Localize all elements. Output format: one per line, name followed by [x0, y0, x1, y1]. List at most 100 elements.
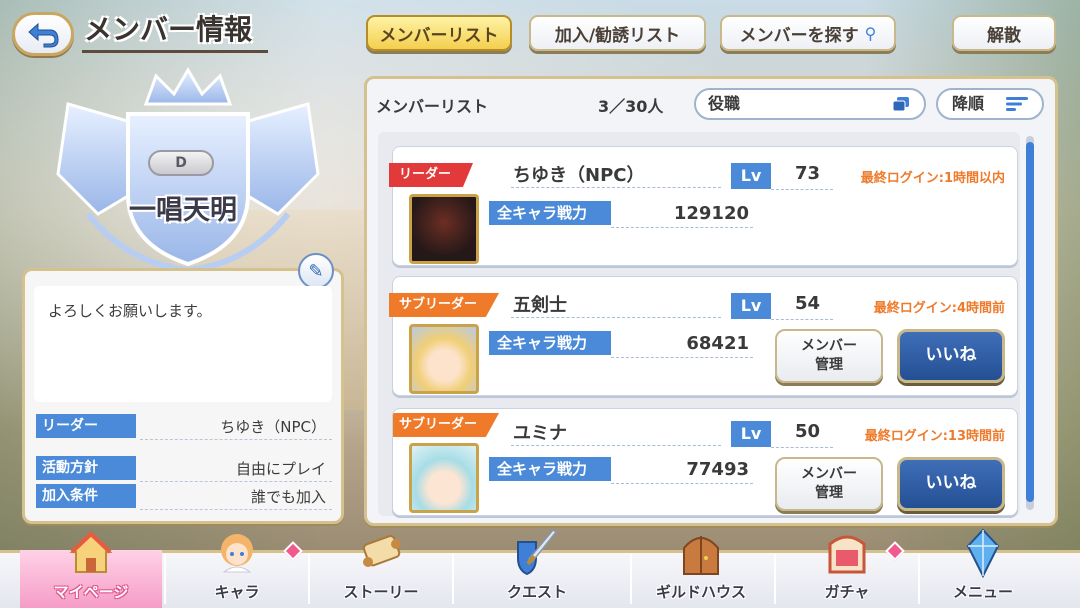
back-arrow-icon [28, 22, 59, 48]
find-member-button[interactable]: メンバーを探す ⚲ [720, 15, 896, 51]
power-tag: 全キャラ戦力 [489, 457, 611, 481]
guild-info-policy-row: 活動方針 自由にプレイ [36, 456, 332, 482]
member-level: 73 [795, 163, 821, 184]
power-divider [611, 227, 753, 228]
member-avatar[interactable] [409, 443, 479, 513]
member-card[interactable]: サブリーダー ユミナ Lv 50 最終ログイン:13時間前 全キャラ戦力 774… [392, 408, 1018, 516]
page-title: メンバー情報 [84, 13, 253, 46]
member-name: ちゆき（NPC） [513, 165, 645, 186]
guild-info-condition-row: 加入条件 誰でも加入 [36, 484, 332, 510]
info-val-policy: 自由にプレイ [235, 460, 326, 478]
sword-shield-icon [517, 529, 558, 576]
level-divider [771, 319, 833, 320]
level-divider [771, 189, 833, 190]
find-member-label: メンバーを探す [739, 25, 859, 46]
power-tag: 全キャラ戦力 [489, 201, 611, 225]
role-tag-leader: リーダー [389, 163, 474, 187]
nav-label-menu: メニュー [952, 583, 1013, 601]
nav-item-quest[interactable]: クエスト [466, 529, 608, 608]
role-tag-subleader: サブリーダー [389, 293, 500, 317]
nav-item-menu[interactable]: メニュー [912, 528, 1054, 608]
member-level: 50 [795, 421, 821, 442]
nav-label-story: ストーリー [343, 583, 419, 601]
pencil-icon: ✎ [308, 260, 324, 282]
tab-member-list[interactable]: メンバーリスト [366, 15, 512, 51]
character-icon [221, 534, 253, 573]
member-name: 五剣士 [513, 295, 567, 316]
nav-item-gacha[interactable]: ガチャ [776, 535, 918, 608]
power-divider [611, 357, 753, 358]
door-icon [683, 536, 719, 575]
select-icon [892, 97, 909, 112]
manage-member-button[interactable]: メンバー 管理 [775, 457, 883, 511]
nav-label-mypage: マイページ [53, 583, 129, 601]
scroll-icon [362, 535, 401, 567]
like-button[interactable]: いいね [897, 329, 1005, 383]
sort-bars-icon [1006, 97, 1028, 111]
name-divider [511, 187, 721, 188]
member-count: 3／30人 [598, 97, 664, 116]
nav-item-guildhouse[interactable]: ギルドハウス [630, 536, 772, 608]
disband-button[interactable]: 解散 [952, 15, 1056, 51]
guild-description: よろしくお願いします。 [48, 302, 212, 320]
disband-label: 解散 [987, 25, 1021, 46]
level-tag: Lv [731, 163, 771, 189]
info-key-leader: リーダー [36, 414, 136, 438]
guild-rank-badge: D [148, 150, 214, 176]
level-tag: Lv [731, 293, 771, 319]
info-key-condition: 加入条件 [36, 484, 136, 508]
like-button[interactable]: いいね [897, 457, 1005, 511]
info-divider [140, 509, 332, 510]
search-icon: ⚲ [864, 23, 877, 43]
guild-rank: D [175, 155, 187, 171]
gacha-icon [828, 535, 866, 574]
sort-order-toggle[interactable]: 降順 [936, 88, 1044, 120]
title-underline [82, 50, 268, 53]
nav-item-mypage[interactable]: マイページ [20, 531, 162, 608]
member-power: 68421 [686, 333, 749, 354]
role-tag-subleader: サブリーダー [393, 413, 500, 437]
sort-key-label: 役職 [708, 94, 741, 113]
scrollbar-thumb[interactable] [1026, 142, 1034, 502]
member-avatar[interactable] [409, 194, 479, 264]
back-button[interactable] [12, 12, 74, 56]
member-avatar[interactable] [409, 324, 479, 394]
member-card[interactable]: リーダー ちゆき（NPC） Lv 73 最終ログイン:1時間以内 全キャラ戦力 … [389, 146, 1018, 266]
home-icon [69, 531, 113, 573]
info-divider [140, 439, 332, 440]
nav-item-story[interactable]: ストーリー [310, 535, 452, 608]
member-last-login: 最終ログイン:1時間以内 [860, 171, 1005, 186]
member-power: 129120 [673, 203, 749, 224]
tab-join-invite-list-label: 加入/勧誘リスト [554, 25, 681, 46]
name-divider [511, 317, 721, 318]
level-divider [771, 447, 833, 448]
member-list-title: メンバーリスト [376, 97, 489, 116]
info-val-condition: 誰でも加入 [250, 488, 326, 506]
crystal-icon [966, 528, 1000, 578]
sort-key-select[interactable]: 役職 [694, 88, 926, 120]
nav-label-guildhouse: ギルドハウス [655, 583, 746, 601]
nav-item-character[interactable]: キャラ [166, 534, 308, 608]
member-power: 77493 [686, 459, 749, 480]
member-level: 54 [795, 293, 821, 314]
info-key-policy: 活動方針 [36, 456, 136, 480]
nav-divider [452, 554, 454, 604]
level-tag: Lv [731, 421, 771, 447]
tab-member-list-label: メンバーリスト [379, 25, 499, 46]
member-card[interactable]: サブリーダー 五剣士 Lv 54 最終ログイン:4時間前 全キャラ戦力 6842… [389, 276, 1018, 396]
member-last-login: 最終ログイン:13時間前 [864, 429, 1005, 444]
nav-label-character: キャラ [214, 583, 260, 601]
tab-join-invite-list[interactable]: 加入/勧誘リスト [529, 15, 706, 51]
name-divider [511, 445, 721, 446]
nav-label-gacha: ガチャ [824, 583, 870, 601]
nav-label-quest: クエスト [506, 583, 567, 601]
edit-guild-button[interactable]: ✎ [298, 253, 334, 289]
info-val-leader: ちゆき（NPC） [220, 418, 326, 436]
guild-name: 一唱天明 [129, 195, 237, 226]
member-name: ユミナ [513, 423, 567, 444]
manage-member-button[interactable]: メンバー 管理 [775, 329, 883, 383]
member-last-login: 最終ログイン:4時間前 [873, 301, 1005, 316]
sort-order-label: 降順 [952, 94, 985, 113]
power-tag: 全キャラ戦力 [489, 331, 611, 355]
info-divider [140, 481, 332, 482]
